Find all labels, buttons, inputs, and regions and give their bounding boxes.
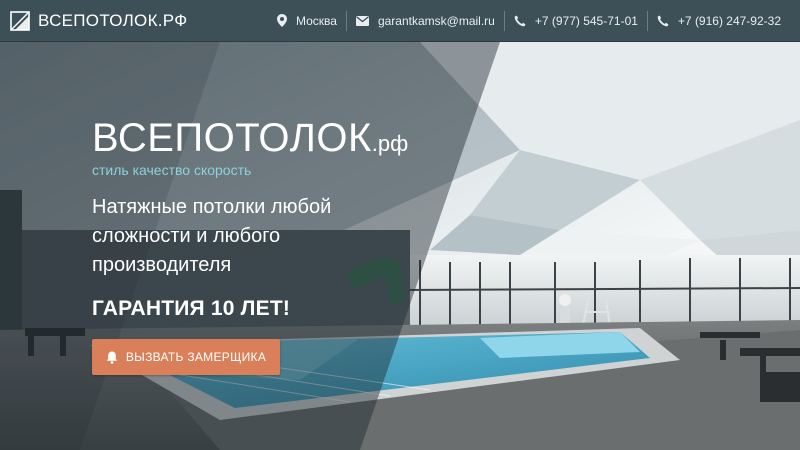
hero-tagline: стиль качество скорость <box>92 162 252 178</box>
site-logo[interactable]: ВСЕПОТОЛОК.РФ <box>10 11 187 31</box>
contact-phone-2-text: +7 (916) 247-92-32 <box>677 13 781 28</box>
contact-list: Москва garantkamsk@mail.ru +7 (977) 545-… <box>268 0 790 42</box>
hero-headline: Натяжные потолки любой сложности и любог… <box>92 196 332 276</box>
contact-city-text: Москва <box>295 13 337 28</box>
contact-phone-1[interactable]: +7 (977) 545-71-01 <box>503 10 647 31</box>
brand-main-text: ВСЕПОТОЛОК <box>92 116 372 160</box>
guarantee-text: ГАРАНТИЯ 10 ЛЕТ! <box>92 297 291 320</box>
map-pin-icon <box>276 14 287 27</box>
hero-brand-title: ВСЕПОТОЛОК.рф <box>92 116 408 161</box>
call-measurer-label: ВЫЗВАТЬ ЗАМЕРЩИКА <box>125 350 267 364</box>
call-measurer-button[interactable]: ВЫЗВАТЬ ЗАМЕРЩИКА <box>92 339 280 375</box>
mail-icon <box>355 15 369 26</box>
contact-email[interactable]: garantkamsk@mail.ru <box>345 10 504 31</box>
bell-icon <box>106 351 118 364</box>
phone-icon <box>514 15 526 26</box>
logo-text: ВСЕПОТОЛОК.РФ <box>38 10 188 30</box>
brand-suffix-text: .рф <box>371 131 409 156</box>
top-navigation-bar: ВСЕПОТОЛОК.РФ Москва garantkamsk@mail.ru… <box>0 0 800 42</box>
phone-icon <box>657 15 669 26</box>
contact-email-text: garantkamsk@mail.ru <box>377 13 495 28</box>
contact-phone-2[interactable]: +7 (916) 247-92-32 <box>646 10 790 31</box>
logo-icon <box>10 10 30 31</box>
contact-city[interactable]: Москва <box>268 11 346 31</box>
contact-phone-1-text: +7 (977) 545-71-01 <box>534 13 638 28</box>
